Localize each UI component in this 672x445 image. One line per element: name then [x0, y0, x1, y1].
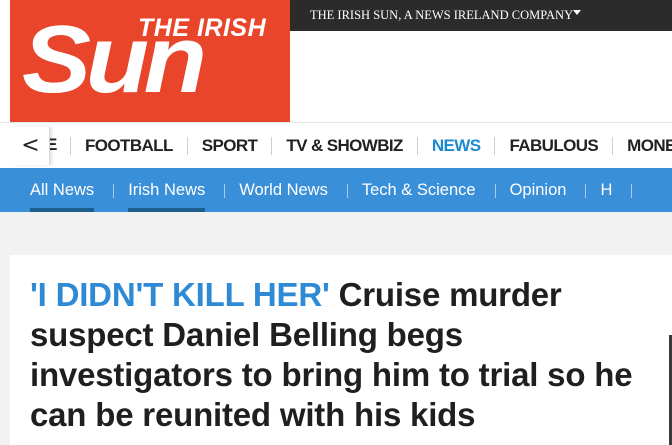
company-dropdown-label[interactable]: THE IRISH SUN, A NEWS IRELAND COMPANY: [310, 8, 573, 23]
chevron-left-icon: <: [21, 133, 40, 158]
caret-down-icon[interactable]: [573, 10, 581, 15]
subnav-partial[interactable]: H: [586, 181, 633, 200]
main-navigation: < E FOOTBALL SPORT TV & SHOWBIZ NEWS FAB…: [0, 122, 672, 168]
logo-sun: Sun: [22, 6, 207, 113]
subnav-world-news[interactable]: World News: [225, 181, 348, 200]
nav-item-fabulous[interactable]: FABULOUS: [494, 137, 612, 155]
nav-item-money[interactable]: MONEY: [612, 137, 672, 155]
nav-item-sport[interactable]: SPORT: [186, 137, 272, 155]
subnav-all-news[interactable]: All News: [16, 181, 115, 212]
nav-item-tv-showbiz[interactable]: TV & SHOWBIZ: [271, 137, 417, 155]
irish-sun-logo[interactable]: THE IRISH Sun: [10, 0, 290, 122]
article-headline[interactable]: 'I DIDN'T KILL HER' Cruise murder suspec…: [30, 275, 640, 435]
subnav-irish-news[interactable]: Irish News: [114, 181, 226, 212]
article-kicker: 'I DIDN'T KILL HER': [30, 276, 330, 313]
company-bar: THE IRISH SUN, A NEWS IRELAND COMPANY: [290, 0, 672, 31]
lead-article-card[interactable]: 'I DIDN'T KILL HER' Cruise murder suspec…: [10, 255, 672, 445]
nav-scroll-left-button[interactable]: <: [12, 127, 50, 165]
subnav-tech-science[interactable]: Tech & Science: [348, 181, 496, 200]
news-subnavigation: All News Irish News World News Tech & Sc…: [0, 168, 672, 212]
nav-item-football[interactable]: FOOTBALL: [70, 137, 187, 155]
subnav-opinion[interactable]: Opinion: [496, 181, 587, 200]
nav-item-news[interactable]: NEWS: [416, 137, 495, 155]
masthead: THE IRISH Sun THE IRISH SUN, A NEWS IREL…: [0, 0, 672, 122]
